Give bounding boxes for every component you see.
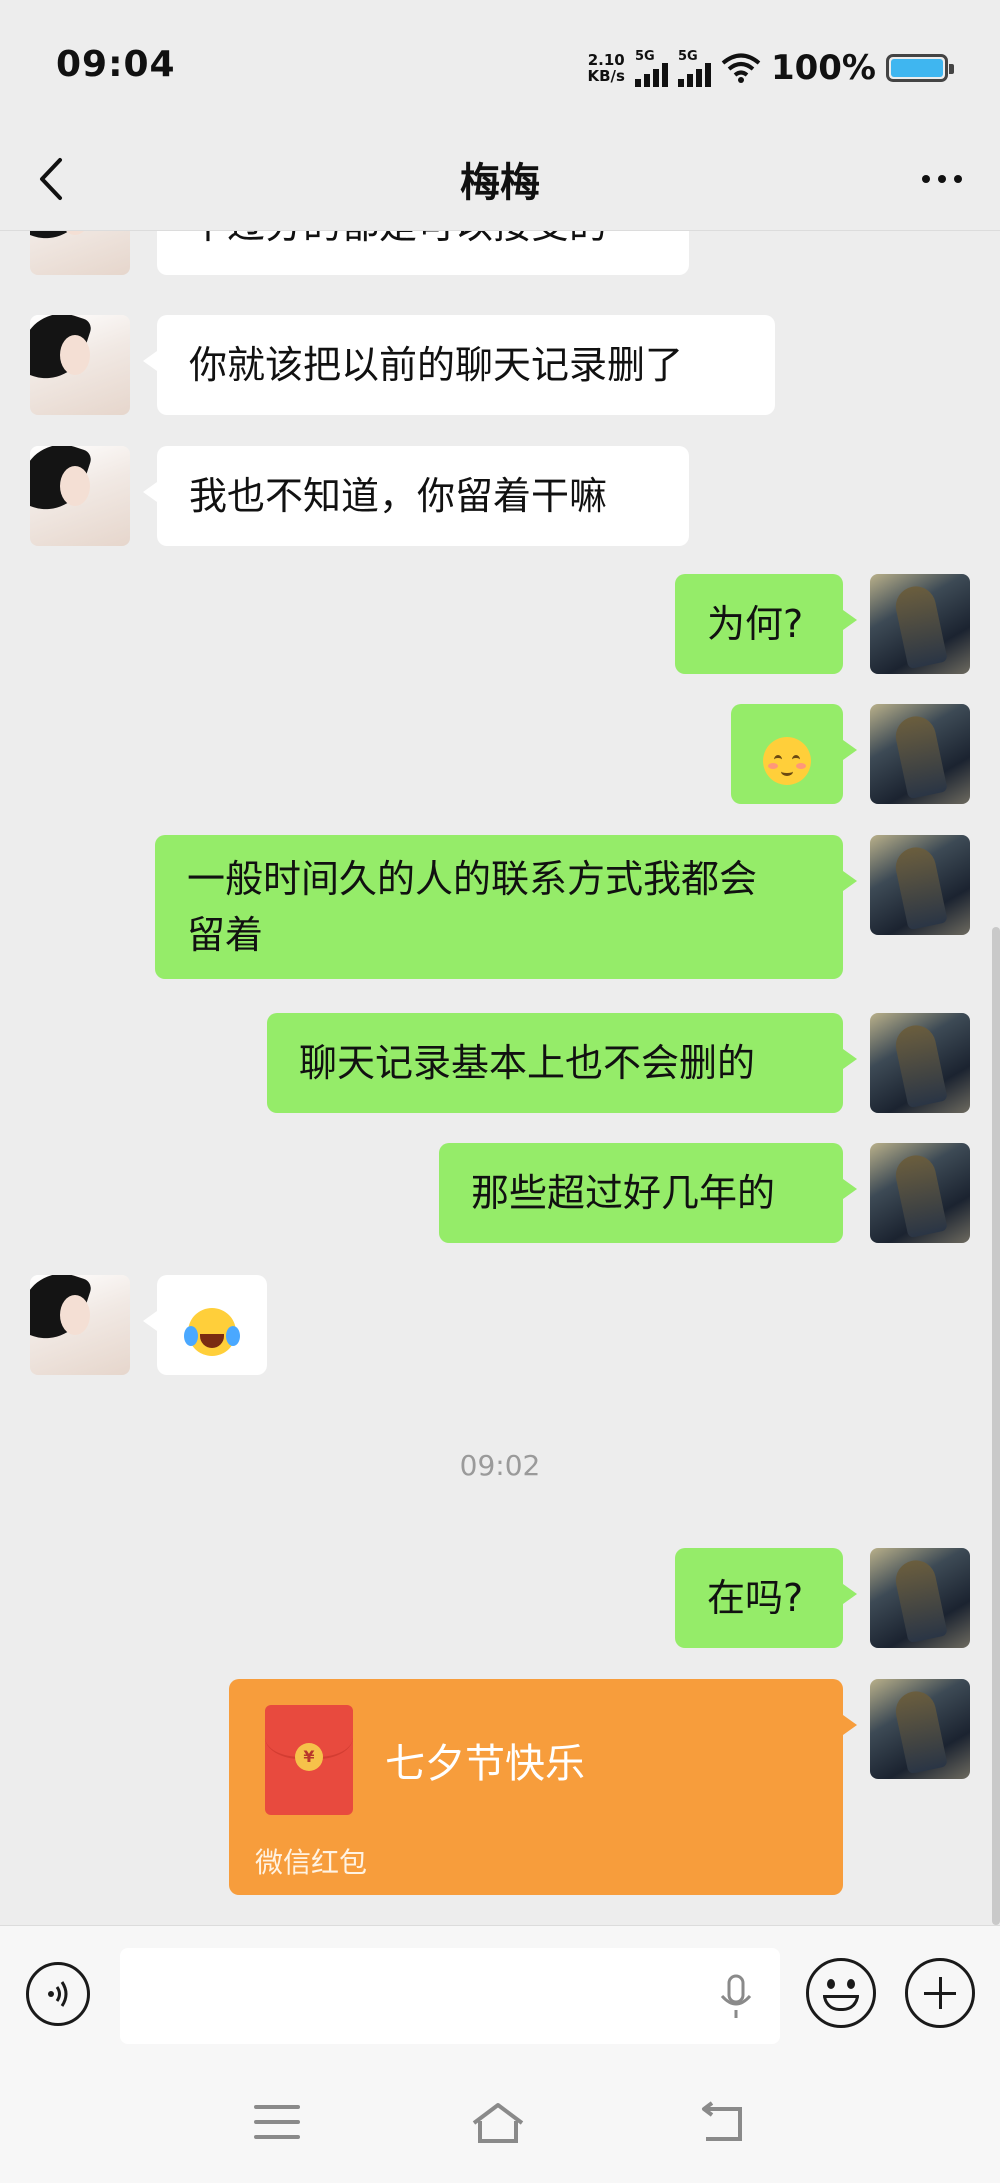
contact-avatar[interactable] (30, 315, 130, 415)
contact-avatar[interactable] (30, 231, 130, 275)
message-bubble[interactable]: 你就该把以前的聊天记录删了 (143, 315, 775, 415)
message-bubble[interactable]: 那些超过好几年的 (439, 1143, 857, 1243)
my-avatar[interactable] (870, 1013, 970, 1113)
battery-fill (891, 59, 943, 77)
home-icon[interactable] (470, 2101, 526, 2145)
my-avatar[interactable] (870, 1548, 970, 1648)
sim2-label: 5G (677, 48, 698, 64)
battery-percent: 100% (770, 48, 876, 88)
network-speed-unit: KB/s (587, 67, 625, 85)
emoji-face-icon[interactable] (806, 1958, 876, 2028)
status-time: 09:04 (56, 44, 176, 85)
status-bar: 09:04 2.10 KB/s 5G 5G 100% (0, 0, 1000, 130)
network-speed-value: 2.10 (587, 51, 625, 69)
message-bubble[interactable]: 我也不知道，你留着干嘛 (143, 446, 689, 546)
laughing-crying-emoji (184, 1307, 240, 1356)
scrollbar[interactable] (992, 927, 1000, 1925)
my-avatar[interactable] (870, 1679, 970, 1779)
message-input[interactable] (120, 1948, 780, 2044)
status-icons: 2.10 KB/s 5G 5G 100% (587, 44, 954, 92)
red-packet-coin: ¥ (295, 1743, 323, 1771)
voice-icon[interactable] (26, 1962, 90, 2026)
message-bubble[interactable]: 聊天记录基本上也不会删的 (267, 1013, 857, 1113)
red-packet-icon: ¥ (265, 1705, 353, 1815)
system-navigation-bar (0, 2065, 1000, 2183)
message-bubble[interactable]: 在吗? (675, 1548, 857, 1648)
battery-icon (886, 54, 954, 82)
my-avatar[interactable] (870, 574, 970, 674)
chat-title: 梅梅 (460, 160, 540, 206)
message-bubble[interactable] (731, 704, 857, 804)
chat-header: 梅梅 (0, 130, 1000, 231)
message-timestamp: 09:02 (459, 1449, 541, 1482)
contact-avatar[interactable] (30, 446, 130, 546)
message-list[interactable]: 不过分的都是可以接受的 你就该把以前的聊天记录删了 我也不知道，你留着干嘛 为何… (0, 231, 1000, 1925)
red-packet-card[interactable]: ¥ 七夕节快乐 微信红包 (229, 1679, 857, 1895)
wifi-icon (721, 53, 761, 83)
message-line: 一般时间久的人的联系方式我都会 (187, 857, 758, 901)
network-speed: 2.10 KB/s (587, 52, 624, 84)
message-bubble[interactable]: 为何? (675, 574, 857, 674)
red-packet-footer: 微信红包 (255, 1846, 368, 1879)
more-dots-icon[interactable] (912, 154, 972, 204)
red-packet-title: 七夕节快乐 (385, 1741, 585, 1787)
contact-avatar[interactable] (30, 1275, 130, 1375)
signal-sim2-icon: 5G (677, 48, 711, 87)
blushing-smile-emoji (763, 736, 811, 785)
plus-icon[interactable] (905, 1958, 975, 2028)
message-bubble[interactable] (143, 1275, 267, 1375)
microphone-icon[interactable] (716, 1972, 756, 2022)
back-icon[interactable] (696, 2101, 748, 2145)
input-bar (0, 1925, 1000, 2066)
my-avatar[interactable] (870, 704, 970, 804)
sim1-label: 5G (634, 48, 655, 64)
signal-sim1-icon: 5G (634, 48, 668, 87)
my-avatar[interactable] (870, 1143, 970, 1243)
message-bubble[interactable]: 一般时间久的人的联系方式我都会 留着 (155, 835, 857, 979)
my-avatar[interactable] (870, 835, 970, 935)
message-line: 留着 (187, 913, 264, 957)
menu-icon[interactable] (254, 2105, 300, 2141)
message-bubble[interactable]: 不过分的都是可以接受的 (157, 231, 689, 275)
